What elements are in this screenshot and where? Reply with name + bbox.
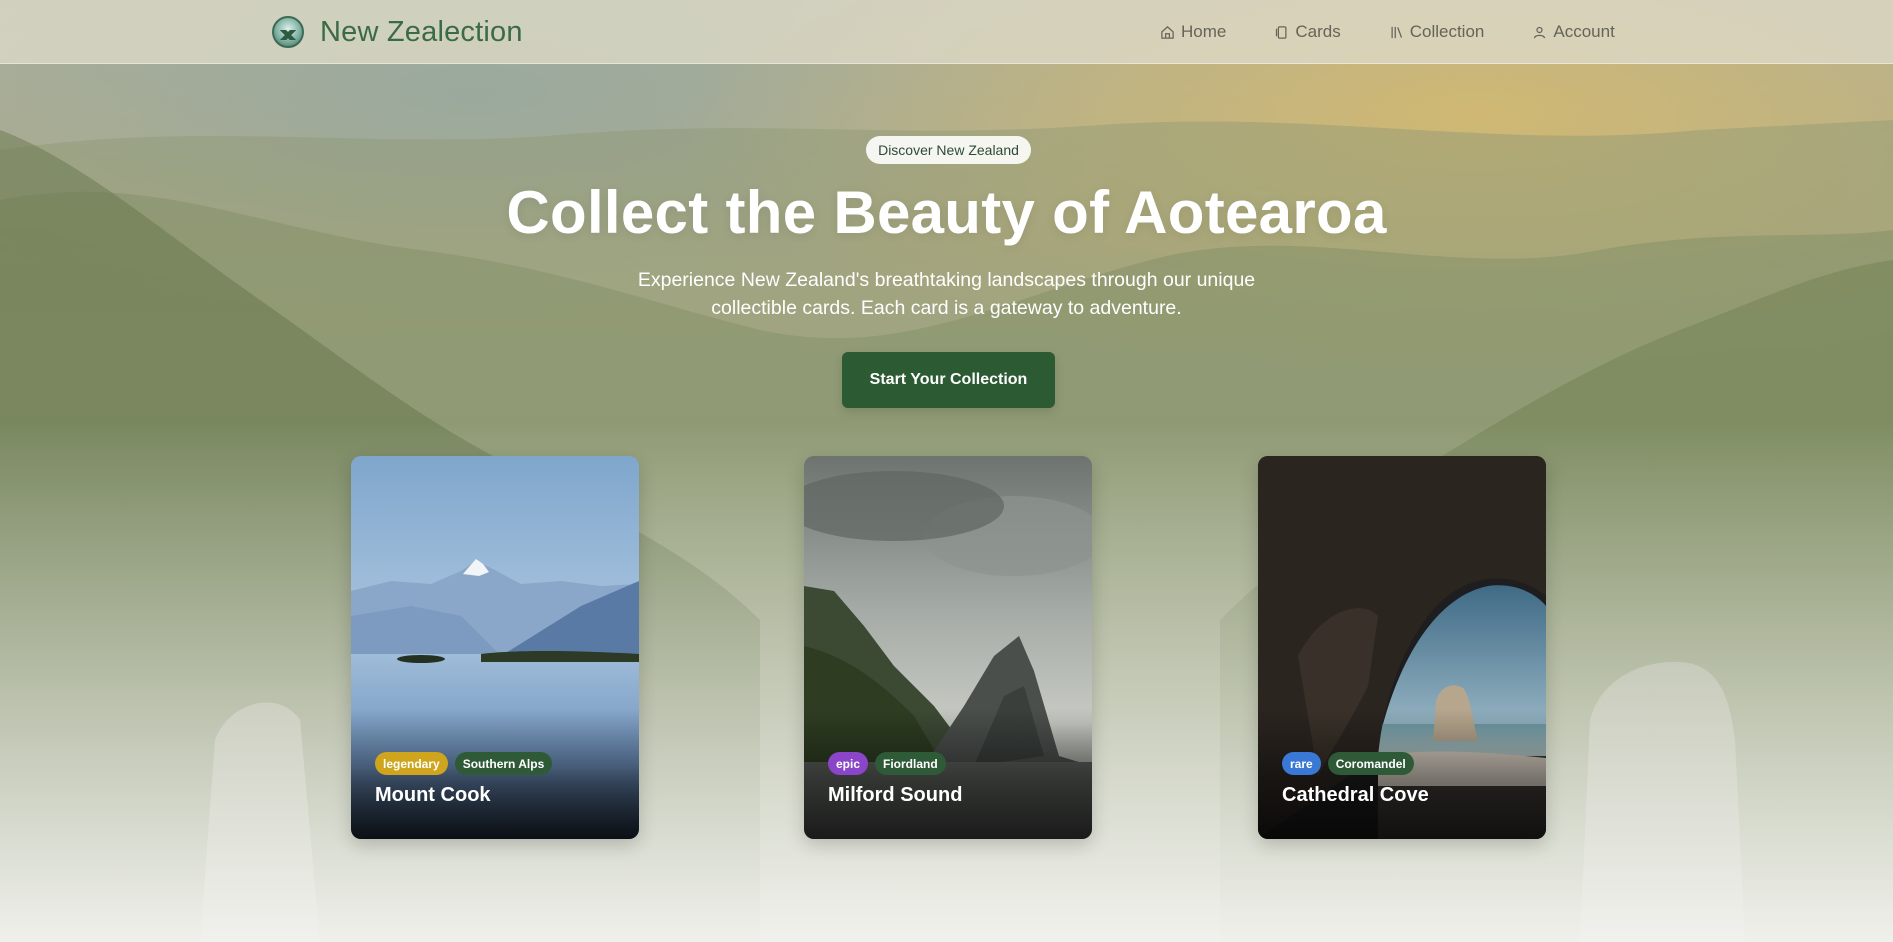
- home-icon: [1161, 25, 1174, 39]
- nav-home[interactable]: Home: [1160, 20, 1226, 44]
- nav-account-label: Account: [1553, 22, 1615, 41]
- compass-globe-icon: [272, 16, 304, 48]
- card-title: Milford Sound: [828, 784, 963, 806]
- card-cathedral-cove[interactable]: rare Coromandel Cathedral Cove: [1258, 456, 1546, 839]
- hero-title: Collect the Beauty of Aotearoa: [506, 179, 1387, 246]
- hero-subtitle-line-2: collectible cards. Each card is a gatewa…: [711, 297, 1182, 319]
- card-title: Cathedral Cove: [1282, 784, 1429, 806]
- top-navbar: New Zealection Home Cards Collection Acc…: [0, 0, 1893, 64]
- card-mount-cook[interactable]: legendary Southern Alps Mount Cook: [351, 456, 639, 839]
- hero-subtitle: Experience New Zealand's breathtaking la…: [600, 266, 1293, 322]
- nav-cards[interactable]: Cards: [1274, 20, 1341, 44]
- nav-cards-label: Cards: [1295, 22, 1341, 41]
- nav-account[interactable]: Account: [1532, 20, 1615, 44]
- brand-name: New Zealection: [320, 15, 523, 48]
- region-tag: Coromandel: [1327, 752, 1414, 775]
- main-nav: Home Cards Collection Account: [1160, 20, 1663, 44]
- card-tags: epic Fiordland: [828, 752, 946, 775]
- rarity-tag: rare: [1282, 752, 1321, 775]
- user-icon: [1534, 26, 1546, 38]
- card-tags: rare Coromandel: [1282, 752, 1414, 775]
- hero-badge: Discover New Zealand: [866, 136, 1031, 164]
- library-icon: [1391, 26, 1402, 38]
- card-milford-sound[interactable]: epic Fiordland Milford Sound: [804, 456, 1092, 839]
- region-tag: Fiordland: [875, 752, 946, 775]
- rarity-tag: epic: [828, 752, 869, 775]
- cards-icon: [1276, 25, 1287, 39]
- nav-collection-label: Collection: [1409, 22, 1485, 41]
- card-tags: legendary Southern Alps: [375, 752, 553, 775]
- hero-subtitle-line-1: Experience New Zealand's breathtaking la…: [637, 269, 1256, 291]
- region-tag: Southern Alps: [454, 752, 553, 775]
- nav-collection[interactable]: Collection: [1389, 20, 1485, 44]
- brand-home-link[interactable]: New Zealection: [272, 13, 523, 51]
- card-title: Mount Cook: [375, 784, 491, 806]
- rarity-tag: legendary: [375, 752, 448, 775]
- start-collection-button[interactable]: Start Your Collection: [842, 352, 1055, 408]
- nav-home-label: Home: [1181, 22, 1227, 41]
